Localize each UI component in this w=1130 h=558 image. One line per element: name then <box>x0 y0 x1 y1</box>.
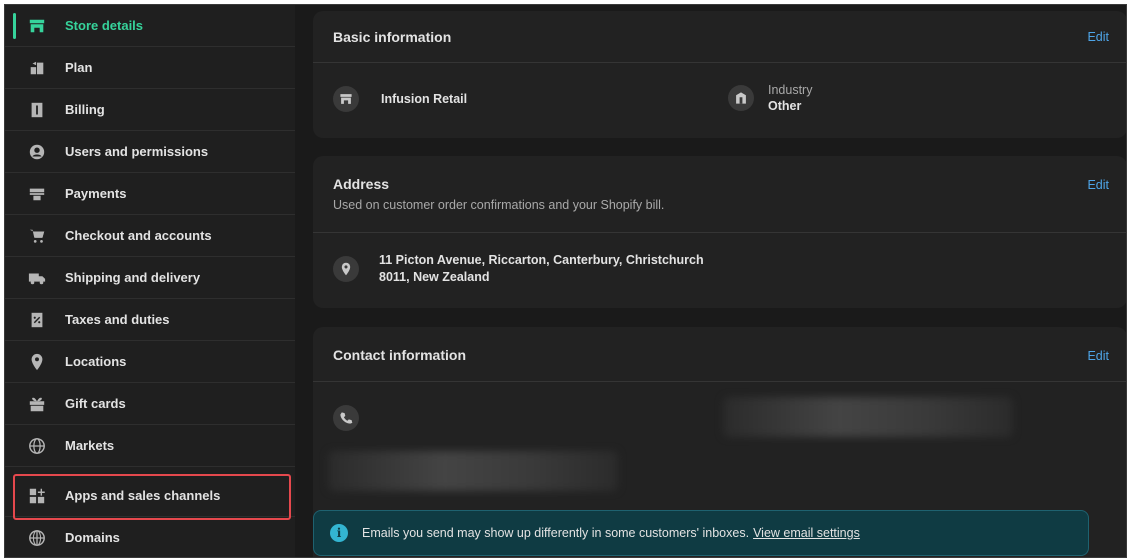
redacted-phone <box>328 451 618 491</box>
billing-icon <box>27 100 47 120</box>
industry-value: Other <box>768 99 802 113</box>
sidebar-item-label: Locations <box>65 354 127 369</box>
address-row: 11 Picton Avenue, Riccarton, Canterbury,… <box>333 252 704 286</box>
plan-icon <box>27 58 47 78</box>
sidebar-item-label: Users and permissions <box>65 144 209 159</box>
redacted-email <box>723 397 1013 437</box>
banner-text: Emails you send may show up differently … <box>362 526 750 540</box>
apps-icon <box>27 486 47 506</box>
industry-row: Industry Other <box>728 83 812 113</box>
store-name-row: Infusion Retail <box>333 86 467 112</box>
card-header: Address Used on customer order confirmat… <box>313 156 1126 233</box>
card-title: Address <box>333 176 390 192</box>
gift-icon <box>27 394 47 414</box>
cart-icon <box>27 226 47 246</box>
card-subtitle: Used on customer order confirmations and… <box>333 198 665 212</box>
info-icon: i <box>330 524 348 542</box>
sidebar-item-apps-and-sales-channels[interactable]: Apps and sales channels <box>5 475 295 517</box>
sidebar-item-taxes-and-duties[interactable]: Taxes and duties <box>5 299 295 341</box>
sidebar-item-markets[interactable]: Markets <box>5 425 295 467</box>
store-icon <box>333 86 359 112</box>
sidebar-item-label: Plan <box>65 60 93 75</box>
tax-icon <box>27 310 47 330</box>
payments-icon <box>27 184 47 204</box>
sidebar-item-checkout-and-accounts[interactable]: Checkout and accounts <box>5 215 295 257</box>
building-icon <box>728 85 754 111</box>
card-title: Contact information <box>333 347 466 363</box>
truck-icon <box>27 268 47 288</box>
sidebar-item-billing[interactable]: Billing <box>5 89 295 131</box>
card-title: Basic information <box>333 29 452 45</box>
industry-label: Industry <box>768 83 813 97</box>
settings-sidebar: Store details Plan Billing Users and per… <box>5 5 295 557</box>
main-content: Basic information Edit Infusion Retail I… <box>295 5 1126 557</box>
address-card: Address Used on customer order confirmat… <box>313 156 1126 308</box>
sidebar-item-shipping-and-delivery[interactable]: Shipping and delivery <box>5 257 295 299</box>
phone-icon <box>333 405 359 431</box>
sidebar-item-plan[interactable]: Plan <box>5 47 295 89</box>
sidebar-item-users-and-permissions[interactable]: Users and permissions <box>5 131 295 173</box>
sidebar-item-store-details[interactable]: Store details <box>5 5 295 47</box>
email-info-banner: i Emails you send may show up differentl… <box>313 510 1089 556</box>
address-line-2: 8011, New Zealand <box>379 270 490 284</box>
globe-icon <box>27 436 47 456</box>
location-pin-icon <box>27 352 47 372</box>
sidebar-item-label: Store details <box>65 18 144 33</box>
store-icon <box>27 16 47 36</box>
card-header: Basic information Edit <box>313 11 1126 63</box>
sidebar-item-label: Gift cards <box>65 396 126 411</box>
sidebar-item-locations[interactable]: Locations <box>5 341 295 383</box>
phone-row <box>333 405 359 431</box>
sidebar-item-gift-cards[interactable]: Gift cards <box>5 383 295 425</box>
domain-globe-icon <box>27 528 47 548</box>
sidebar-item-label: Checkout and accounts <box>65 228 212 243</box>
view-email-settings-link[interactable]: View email settings <box>753 526 860 540</box>
sidebar-item-label: Domains <box>65 530 120 545</box>
edit-address-link[interactable]: Edit <box>1087 178 1109 192</box>
sidebar-item-label: Shipping and delivery <box>65 270 201 285</box>
address-line-1: 11 Picton Avenue, Riccarton, Canterbury,… <box>379 253 704 267</box>
user-icon <box>27 142 47 162</box>
card-header: Contact information Edit <box>313 327 1126 382</box>
sidebar-item-domains[interactable]: Domains <box>5 517 295 557</box>
sidebar-item-label: Billing <box>65 102 105 117</box>
basic-information-card: Basic information Edit Infusion Retail I… <box>313 11 1126 138</box>
sidebar-item-label: Payments <box>65 186 127 201</box>
settings-window: Store details Plan Billing Users and per… <box>4 4 1127 558</box>
sidebar-item-payments[interactable]: Payments <box>5 173 295 215</box>
edit-contact-link[interactable]: Edit <box>1087 349 1109 363</box>
sidebar-item-label: Markets <box>65 438 115 453</box>
sidebar-item-label: Apps and sales channels <box>65 488 221 503</box>
store-name: Infusion Retail <box>381 92 468 106</box>
edit-basic-info-link[interactable]: Edit <box>1087 30 1109 44</box>
sidebar-item-label: Taxes and duties <box>65 312 170 327</box>
location-pin-icon <box>333 256 359 282</box>
